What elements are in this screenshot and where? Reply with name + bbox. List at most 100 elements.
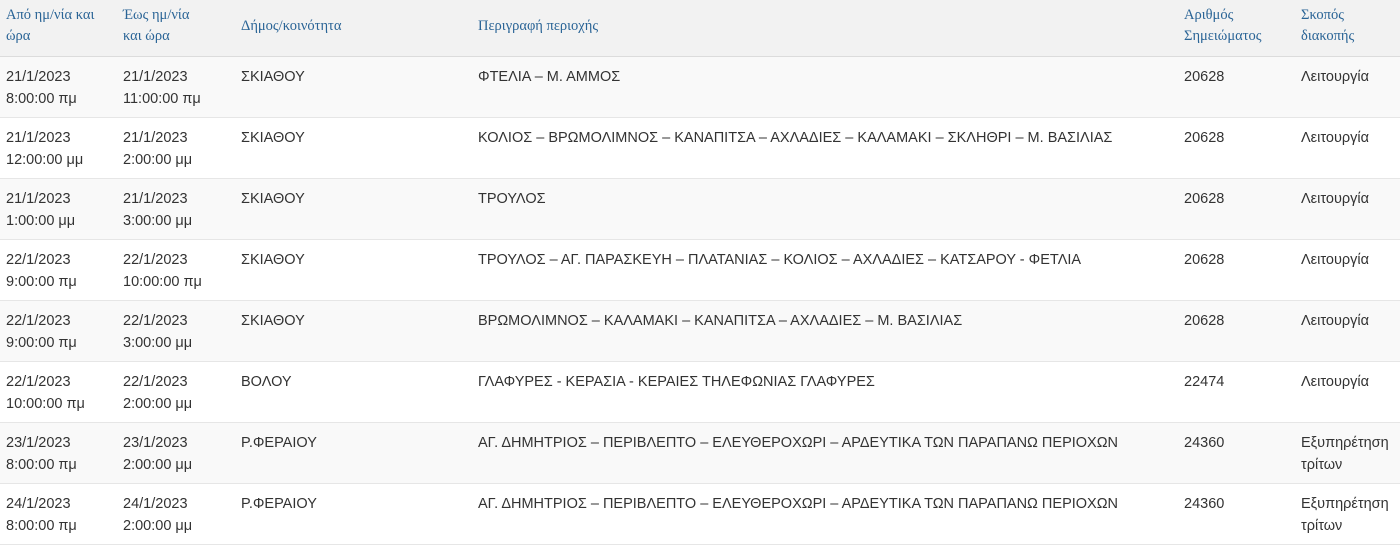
from-cell: 22/1/2023 10:00:00 πμ bbox=[0, 361, 117, 422]
to-date: 24/1/2023 bbox=[123, 495, 188, 512]
to-cell: 22/1/2023 10:00:00 πμ bbox=[117, 239, 235, 300]
header-to-line: Έως ημ/νία bbox=[123, 7, 190, 23]
from-date: 22/1/2023 bbox=[6, 251, 71, 268]
purpose-text: τρίτων bbox=[1301, 456, 1343, 473]
from-time: 9:00:00 πμ bbox=[6, 273, 77, 290]
table-header: Από ημ/νία και ώρα Έως ημ/νία και ώρα Δή… bbox=[0, 0, 1400, 56]
from-time: 8:00:00 πμ bbox=[6, 90, 77, 107]
purpose-cell: Εξυπηρέτηση τρίτων bbox=[1295, 422, 1400, 483]
header-from-line: Από ημ/νία και bbox=[6, 7, 95, 23]
description-cell: ΑΓ. ΔΗΜΗΤΡΙΟΣ – ΠΕΡΙΒΛΕΠΤΟ – ΕΛΕΥΘΕΡΟΧΩΡ… bbox=[478, 495, 1119, 512]
to-time: 2:00:00 μμ bbox=[123, 151, 193, 168]
purpose-cell: Λειτουργία bbox=[1295, 300, 1400, 361]
purpose-text: Λειτουργία bbox=[1301, 129, 1369, 146]
from-time: 8:00:00 πμ bbox=[6, 517, 77, 534]
to-date: 22/1/2023 bbox=[123, 251, 188, 268]
number-cell: 24360 bbox=[1184, 434, 1225, 451]
to-date: 23/1/2023 bbox=[123, 434, 188, 451]
to-time: 3:00:00 μμ bbox=[123, 212, 193, 229]
municipality-cell: ΣΚΙΑΘΟΥ bbox=[241, 251, 305, 268]
from-cell: 21/1/2023 1:00:00 μμ bbox=[0, 178, 117, 239]
header-municipality-line: Δήμος/κοινότητα bbox=[241, 18, 342, 34]
from-date: 24/1/2023 bbox=[6, 495, 71, 512]
from-cell: 22/1/2023 9:00:00 πμ bbox=[0, 239, 117, 300]
from-time: 12:00:00 μμ bbox=[6, 151, 84, 168]
description-cell: ΑΓ. ΔΗΜΗΤΡΙΟΣ – ΠΕΡΙΒΛΕΠΤΟ – ΕΛΕΥΘΕΡΟΧΩΡ… bbox=[478, 434, 1119, 451]
table-row: 22/1/2023 9:00:00 πμ 22/1/2023 3:00:00 μμ … bbox=[0, 300, 1400, 361]
municipality-cell: ΣΚΙΑΘΟΥ bbox=[241, 190, 305, 207]
from-cell: 21/1/2023 8:00:00 πμ bbox=[0, 56, 117, 117]
purpose-cell: Λειτουργία bbox=[1295, 117, 1400, 178]
table-row: 24/1/2023 8:00:00 πμ 24/1/2023 2:00:00 μμ … bbox=[0, 483, 1400, 544]
from-cell: 23/1/2023 8:00:00 πμ bbox=[0, 422, 117, 483]
number-cell: 22474 bbox=[1184, 373, 1225, 390]
purpose-cell: Εξυπηρέτηση τρίτων bbox=[1295, 483, 1400, 544]
header-point-number[interactable]: Αριθμός Σημειώματος bbox=[1178, 0, 1295, 56]
table-row: 22/1/2023 9:00:00 πμ 22/1/2023 10:00:00 πμ… bbox=[0, 239, 1400, 300]
header-to[interactable]: Έως ημ/νία και ώρα bbox=[117, 0, 235, 56]
from-date: 22/1/2023 bbox=[6, 373, 71, 390]
purpose-cell: Λειτουργία bbox=[1295, 239, 1400, 300]
to-time: 2:00:00 μμ bbox=[123, 456, 193, 473]
from-cell: 21/1/2023 12:00:00 μμ bbox=[0, 117, 117, 178]
header-from[interactable]: Από ημ/νία και ώρα bbox=[0, 0, 117, 56]
to-cell: 22/1/2023 3:00:00 μμ bbox=[117, 300, 235, 361]
purpose-text: Λειτουργία bbox=[1301, 312, 1369, 329]
header-description-line: Περιγραφή περιοχής bbox=[478, 18, 599, 34]
table-row: 22/1/2023 10:00:00 πμ 22/1/2023 2:00:00 μμ… bbox=[0, 361, 1400, 422]
number-cell: 20628 bbox=[1184, 312, 1225, 329]
header-municipality[interactable]: Δήμος/κοινότητα bbox=[235, 0, 472, 56]
description-cell: ΤΡΟΥΛΟΣ bbox=[478, 190, 546, 207]
description-cell: ΤΡΟΥΛΟΣ – ΑΓ. ΠΑΡΑΣΚΕΥΗ – ΠΛΑΤΑΝΙΑΣ – ΚΟ… bbox=[478, 251, 1082, 268]
to-date: 22/1/2023 bbox=[123, 373, 188, 390]
purpose-text: Εξυπηρέτηση bbox=[1301, 434, 1389, 451]
municipality-cell: ΣΚΙΑΘΟΥ bbox=[241, 312, 305, 329]
purpose-cell: Λειτουργία bbox=[1295, 361, 1400, 422]
to-date: 21/1/2023 bbox=[123, 190, 188, 207]
purpose-cell: Λειτουργία bbox=[1295, 56, 1400, 117]
to-cell: 21/1/2023 2:00:00 μμ bbox=[117, 117, 235, 178]
to-time: 10:00:00 πμ bbox=[123, 273, 202, 290]
table-row: 21/1/2023 12:00:00 μμ 21/1/2023 2:00:00 μμ… bbox=[0, 117, 1400, 178]
header-purpose-line: διακοπής bbox=[1301, 28, 1355, 44]
purpose-text: τρίτων bbox=[1301, 517, 1343, 534]
municipality-cell: ΣΚΙΑΘΟΥ bbox=[241, 129, 305, 146]
to-time: 3:00:00 μμ bbox=[123, 334, 193, 351]
to-date: 22/1/2023 bbox=[123, 312, 188, 329]
header-row: Από ημ/νία και ώρα Έως ημ/νία και ώρα Δή… bbox=[0, 0, 1400, 56]
from-time: 1:00:00 μμ bbox=[6, 212, 76, 229]
purpose-text: Λειτουργία bbox=[1301, 373, 1369, 390]
purpose-text: Εξυπηρέτηση bbox=[1301, 495, 1389, 512]
number-cell: 20628 bbox=[1184, 129, 1225, 146]
number-cell: 24360 bbox=[1184, 495, 1225, 512]
header-purpose[interactable]: Σκοπός διακοπής bbox=[1295, 0, 1400, 56]
from-time: 9:00:00 πμ bbox=[6, 334, 77, 351]
purpose-text: Λειτουργία bbox=[1301, 251, 1369, 268]
from-date: 22/1/2023 bbox=[6, 312, 71, 329]
to-date: 21/1/2023 bbox=[123, 129, 188, 146]
description-cell: ΓΛΑΦΥΡΕΣ - ΚΕΡΑΣΙΑ - ΚΕΡΑΙΕΣ ΤΗΛΕΦΩΝΙΑΣ … bbox=[478, 373, 875, 390]
to-date: 21/1/2023 bbox=[123, 68, 188, 85]
purpose-text: Λειτουργία bbox=[1301, 68, 1369, 85]
municipality-cell: ΒΟΛΟΥ bbox=[241, 373, 292, 390]
from-cell: 22/1/2023 9:00:00 πμ bbox=[0, 300, 117, 361]
header-description[interactable]: Περιγραφή περιοχής bbox=[472, 0, 1178, 56]
number-cell: 20628 bbox=[1184, 251, 1225, 268]
from-time: 8:00:00 πμ bbox=[6, 456, 77, 473]
table-row: 21/1/2023 1:00:00 μμ 21/1/2023 3:00:00 μμ … bbox=[0, 178, 1400, 239]
to-cell: 24/1/2023 2:00:00 μμ bbox=[117, 483, 235, 544]
from-cell: 24/1/2023 8:00:00 πμ bbox=[0, 483, 117, 544]
description-cell: ΒΡΩΜΟΛΙΜΝΟΣ – ΚΑΛΑΜΑΚΙ – ΚΑΝΑΠΙΤΣΑ – ΑΧΛ… bbox=[478, 312, 963, 329]
to-cell: 23/1/2023 2:00:00 μμ bbox=[117, 422, 235, 483]
header-point-number-line: Αριθμός bbox=[1184, 7, 1234, 23]
table-body: 21/1/2023 8:00:00 πμ 21/1/2023 11:00:00 πμ… bbox=[0, 56, 1400, 544]
header-from-line: ώρα bbox=[6, 28, 31, 44]
purpose-text: Λειτουργία bbox=[1301, 190, 1369, 207]
purpose-cell: Λειτουργία bbox=[1295, 178, 1400, 239]
header-to-line: και ώρα bbox=[123, 28, 170, 44]
header-purpose-line: Σκοπός bbox=[1301, 7, 1344, 23]
to-time: 2:00:00 μμ bbox=[123, 395, 193, 412]
number-cell: 20628 bbox=[1184, 190, 1225, 207]
to-cell: 21/1/2023 11:00:00 πμ bbox=[117, 56, 235, 117]
municipality-cell: ΣΚΙΑΘΟΥ bbox=[241, 68, 305, 85]
